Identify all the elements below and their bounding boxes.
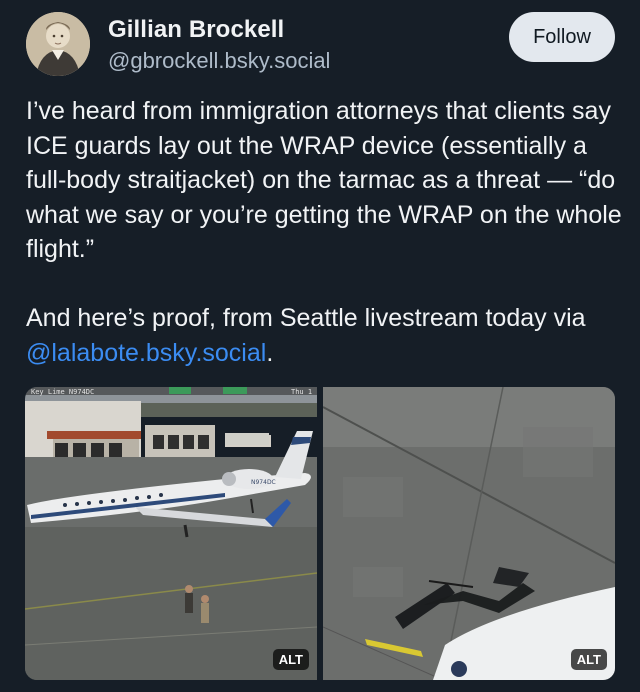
author-info: Gillian Brockell @gbrockell.bsky.social bbox=[108, 15, 330, 77]
alt-badge[interactable]: ALT bbox=[570, 649, 607, 670]
paragraph-2-end: . bbox=[266, 338, 274, 367]
paragraph-2-text: And here’s proof, from Seattle livestrea… bbox=[26, 304, 586, 332]
handle[interactable]: @gbrockell.bsky.social bbox=[108, 45, 330, 77]
post-text: I’ve heard from immigration attorneys th… bbox=[26, 94, 622, 370]
display-name[interactable]: Gillian Brockell bbox=[108, 15, 330, 45]
media-gallery: Key Lime N974DC Thu 1 N974DC ALT ALT bbox=[25, 387, 615, 680]
follow-button[interactable]: Follow bbox=[509, 12, 615, 62]
stream-overlay-time: Thu 1 bbox=[291, 388, 312, 396]
post: Gillian Brockell @gbrockell.bsky.social … bbox=[0, 0, 640, 692]
post-paragraph-1: I’ve heard from immigration attorneys th… bbox=[26, 97, 622, 263]
alt-badge[interactable]: ALT bbox=[272, 649, 309, 670]
post-paragraph-2: And here’s proof, from Seattle livestrea… bbox=[26, 301, 622, 370]
image-wrap-device[interactable]: ALT bbox=[323, 387, 615, 680]
tail-number: N974DC bbox=[251, 479, 276, 486]
mention-link[interactable]: @lalabote.bsky.social bbox=[26, 339, 266, 367]
avatar[interactable] bbox=[26, 12, 90, 76]
image-airplane-tarmac[interactable]: Key Lime N974DC Thu 1 N974DC ALT bbox=[25, 387, 317, 680]
stream-overlay-label: Key Lime N974DC bbox=[31, 388, 94, 396]
